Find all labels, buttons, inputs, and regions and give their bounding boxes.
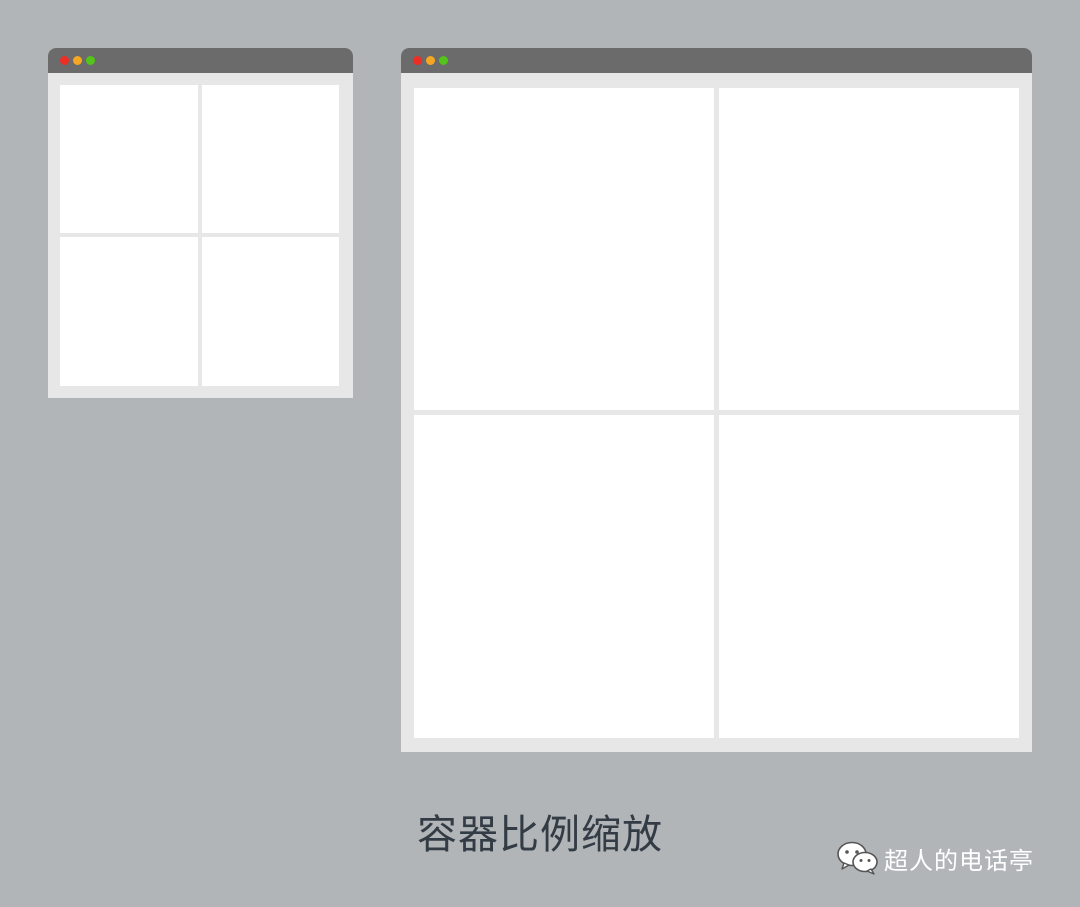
grid-panel: [719, 88, 1019, 410]
close-dot-icon[interactable]: [60, 56, 69, 65]
watermark: 超人的电话亭: [836, 838, 1034, 878]
grid-panel: [719, 415, 1019, 738]
grid-panel: [414, 88, 714, 410]
close-dot-icon[interactable]: [413, 56, 422, 65]
grid-panel: [414, 415, 714, 738]
minimize-dot-icon[interactable]: [426, 56, 435, 65]
minimize-dot-icon[interactable]: [73, 56, 82, 65]
grid-panel: [202, 237, 339, 386]
window-titlebar: [48, 48, 353, 73]
grid-panel: [60, 237, 198, 386]
caption: 容器比例缩放: [417, 812, 663, 858]
maximize-dot-icon[interactable]: [86, 56, 95, 65]
grid-panel: [60, 85, 198, 233]
maximize-dot-icon[interactable]: [439, 56, 448, 65]
grid-panel: [202, 85, 339, 233]
wechat-icon: [837, 841, 878, 875]
large-window: [401, 48, 1032, 752]
window-titlebar: [401, 48, 1032, 73]
small-window: [48, 48, 353, 398]
watermark-text: 超人的电话亭: [884, 846, 1034, 875]
